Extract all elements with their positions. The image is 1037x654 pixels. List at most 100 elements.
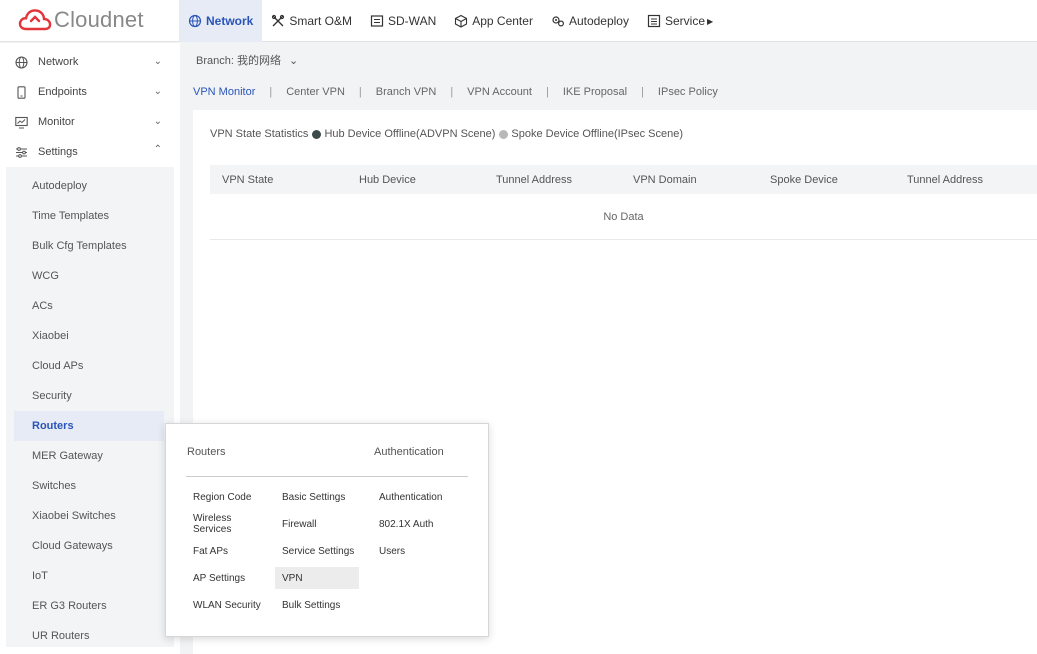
- stats-label: VPN State Statistics: [210, 128, 309, 140]
- sidebar-group-label: Monitor: [38, 116, 75, 128]
- sidebar-group-label: Settings: [38, 146, 78, 158]
- nav-network[interactable]: Network: [179, 0, 263, 42]
- chevron-up-icon: ⌃: [153, 144, 162, 155]
- hub-offline-legend-label[interactable]: Hub Device Offline(ADVPN Scene): [324, 128, 495, 140]
- sdwan-icon: [370, 15, 384, 27]
- sidebar: Network ⌄ Endpoints ⌄ Monitor ⌄ Settings…: [0, 43, 180, 654]
- menu-item-vpn[interactable]: VPN: [275, 567, 359, 589]
- column-header: Tunnel Address: [496, 173, 573, 186]
- tab-branch-vpn[interactable]: Branch VPN: [376, 86, 437, 98]
- tab-vpn-account[interactable]: VPN Account: [467, 86, 532, 98]
- nav-autodeploy[interactable]: Autodeploy: [542, 0, 638, 42]
- settings-submenu: Autodeploy Time Templates Bulk Cfg Templ…: [6, 167, 174, 647]
- column-header: Tunnel Address: [907, 173, 984, 186]
- vpn-state-statistics: VPN State Statistics Hub Device Offline(…: [210, 128, 683, 140]
- empty-state: No Data: [210, 194, 1037, 240]
- gears-icon: [552, 16, 564, 27]
- nav-sdwan-label: SD-WAN: [388, 14, 437, 28]
- sidebar-group-settings[interactable]: Settings ⌃: [0, 137, 180, 167]
- menu-item-users[interactable]: Users: [372, 540, 462, 562]
- flyout-header-routers: Routers: [187, 446, 226, 458]
- vpn-tabs: VPN Monitor | Center VPN | Branch VPN | …: [180, 77, 1037, 107]
- nav-service-label: Service: [664, 14, 705, 28]
- sidebar-item-mer-gateway[interactable]: MER Gateway: [6, 441, 174, 471]
- cloud-logo-icon: [18, 9, 52, 31]
- column-header: Spoke Device: [770, 173, 838, 186]
- nav-app-center[interactable]: App Center: [445, 0, 542, 42]
- menu-item-wireless-services[interactable]: Wireless Services: [186, 513, 272, 535]
- tab-center-vpn[interactable]: Center VPN: [286, 86, 345, 98]
- nav-app-center-label: App Center: [472, 14, 533, 28]
- sidebar-item-acs[interactable]: ACs: [6, 291, 174, 321]
- sidebar-item-autodeploy[interactable]: Autodeploy: [6, 171, 174, 201]
- chevron-down-icon: ⌄: [153, 116, 162, 127]
- sidebar-item-time-templates[interactable]: Time Templates: [6, 201, 174, 231]
- phone-icon: [17, 85, 26, 99]
- chevron-down-icon: ⌄: [153, 86, 162, 97]
- sidebar-item-bulk-cfg-templates[interactable]: Bulk Cfg Templates: [6, 231, 174, 261]
- tab-vpn-monitor[interactable]: VPN Monitor: [193, 86, 255, 98]
- cloudnet-logo[interactable]: Cloudnet: [18, 6, 144, 34]
- vpn-table: VPN State Hub Device Tunnel Address VPN …: [210, 165, 1037, 240]
- menu-item-basic-settings[interactable]: Basic Settings: [275, 486, 359, 508]
- tools-icon: [272, 14, 285, 27]
- menu-item-authentication[interactable]: Authentication: [372, 486, 462, 508]
- menu-item-firewall[interactable]: Firewall: [275, 513, 359, 535]
- box-icon: [455, 14, 468, 28]
- sidebar-item-xiaobei-switches[interactable]: Xiaobei Switches: [6, 501, 174, 531]
- sidebar-item-switches[interactable]: Switches: [6, 471, 174, 501]
- menu-item-fat-aps[interactable]: Fat APs: [186, 540, 272, 562]
- sidebar-item-cloud-aps[interactable]: Cloud APs: [6, 351, 174, 381]
- menu-item-service-settings[interactable]: Service Settings: [275, 540, 359, 562]
- sidebar-item-routers[interactable]: Routers: [14, 411, 164, 441]
- sidebar-item-xiaobei[interactable]: Xiaobei: [6, 321, 174, 351]
- hub-offline-legend-dot: [312, 129, 322, 139]
- nav-network-label: Network: [206, 14, 254, 28]
- chevron-down-icon[interactable]: ⌄: [289, 54, 298, 67]
- sidebar-item-ur-routers[interactable]: UR Routers: [6, 621, 174, 651]
- sidebar-group-network[interactable]: Network ⌄: [0, 47, 180, 77]
- top-bar: Cloudnet Network Smart O&M SD-WAN App Ce…: [0, 0, 1037, 42]
- divider: [186, 476, 468, 477]
- sidebar-item-er-g3-routers[interactable]: ER G3 Routers: [6, 591, 174, 621]
- menu-item-ap-settings[interactable]: AP Settings: [186, 567, 272, 589]
- menu-item-region-code[interactable]: Region Code: [186, 486, 272, 508]
- list-icon: [647, 14, 661, 28]
- sidebar-group-label: Network: [38, 56, 79, 68]
- sidebar-item-security[interactable]: Security: [6, 381, 174, 411]
- brand-name: Cloudnet: [54, 7, 144, 32]
- sidebar-item-cloud-gateways[interactable]: Cloud Gateways: [6, 531, 174, 561]
- sidebar-group-monitor[interactable]: Monitor ⌄: [0, 107, 180, 137]
- tab-separator: |: [641, 86, 644, 98]
- menu-item-8021x-auth[interactable]: 802.1X Auth: [372, 513, 462, 535]
- nav-autodeploy-label: Autodeploy: [568, 14, 629, 28]
- globe-icon: [188, 14, 202, 28]
- nav-smart-om[interactable]: Smart O&M: [262, 0, 361, 42]
- monitor-icon: [15, 116, 28, 128]
- routers-flyout-menu: Routers Authentication Region Code Wirel…: [165, 423, 489, 637]
- tab-separator: |: [358, 86, 362, 98]
- column-header: VPN Domain: [633, 173, 697, 186]
- sidebar-item-wcg[interactable]: WCG: [6, 261, 174, 291]
- branch-selector[interactable]: Branch: 我的网络 ⌄: [180, 43, 1037, 77]
- tab-separator: |: [450, 86, 454, 98]
- sliders-icon: [16, 146, 27, 158]
- globe-icon: [15, 55, 28, 69]
- column-header: Hub Device: [359, 173, 416, 186]
- sidebar-group-label: Endpoints: [38, 86, 87, 98]
- top-nav: Network Smart O&M SD-WAN App Center Auto…: [179, 0, 722, 42]
- tab-separator: |: [269, 86, 273, 98]
- tab-ipsec-policy[interactable]: IPsec Policy: [658, 86, 718, 98]
- tab-ike-proposal[interactable]: IKE Proposal: [563, 86, 627, 98]
- nav-service[interactable]: Service ▶: [638, 0, 722, 42]
- sidebar-group-endpoints[interactable]: Endpoints ⌄: [0, 77, 180, 107]
- table-header: VPN State Hub Device Tunnel Address VPN …: [210, 165, 1037, 194]
- column-header: VPN State: [222, 173, 274, 186]
- spoke-offline-legend-label[interactable]: Spoke Device Offline(IPsec Scene): [511, 128, 683, 140]
- menu-item-wlan-security[interactable]: WLAN Security: [186, 594, 272, 616]
- spoke-offline-legend-dot: [499, 129, 509, 139]
- nav-sdwan[interactable]: SD-WAN: [361, 0, 445, 42]
- branch-label: Branch: 我的网络: [196, 55, 281, 67]
- sidebar-item-iot[interactable]: IoT: [6, 561, 174, 591]
- menu-item-bulk-settings[interactable]: Bulk Settings: [275, 594, 359, 616]
